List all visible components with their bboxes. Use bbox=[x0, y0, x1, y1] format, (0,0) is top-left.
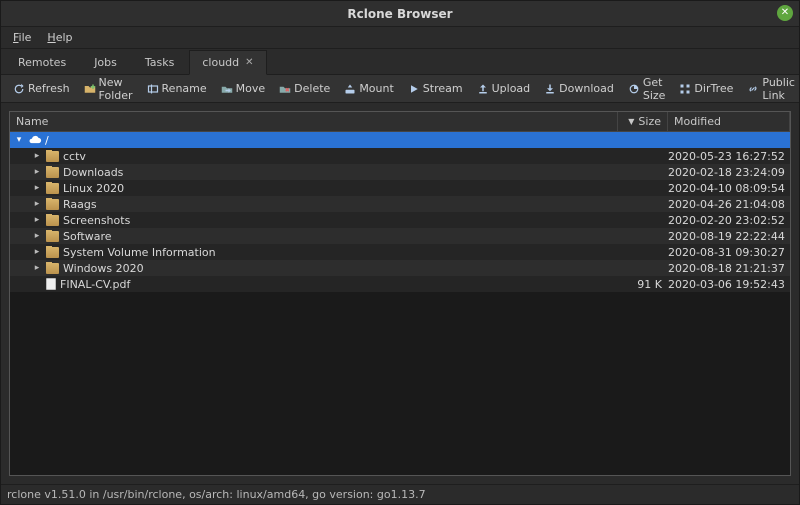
download-icon bbox=[544, 83, 556, 95]
row-modified: 2020-05-23 16:27:52 bbox=[668, 150, 790, 163]
column-header-size[interactable]: ▼ Size bbox=[618, 112, 668, 131]
public-link-button[interactable]: Public Link bbox=[741, 73, 800, 105]
file-rows: ▾ / ▸ cctv 2020-05-23 16:27:52 ▸ Downloads 20… bbox=[10, 132, 790, 475]
move-button[interactable]: Move bbox=[215, 79, 272, 98]
row-modified: 2020-08-19 22:22:44 bbox=[668, 230, 790, 243]
folder-row[interactable]: ▸ Downloads 2020-02-18 23:24:09 bbox=[10, 164, 790, 180]
row-modified: 2020-02-18 23:24:09 bbox=[668, 166, 790, 179]
dir-tree-icon bbox=[679, 83, 691, 95]
row-modified: 2020-08-31 09:30:27 bbox=[668, 246, 790, 259]
file-icon bbox=[46, 278, 56, 290]
row-name: Windows 2020 bbox=[63, 262, 144, 275]
tab-close-icon[interactable]: ✕ bbox=[245, 57, 253, 68]
delete-button[interactable]: Delete bbox=[273, 79, 336, 98]
row-name: Linux 2020 bbox=[63, 182, 124, 195]
get-size-button[interactable]: Get Size bbox=[622, 73, 672, 105]
folder-icon bbox=[46, 151, 59, 162]
folder-row[interactable]: ▸ System Volume Information 2020-08-31 09:… bbox=[10, 244, 790, 260]
tab-cloudd[interactable]: cloudd ✕ bbox=[189, 50, 266, 75]
folder-row[interactable]: ▸ cctv 2020-05-23 16:27:52 bbox=[10, 148, 790, 164]
folder-row[interactable]: ▸ Linux 2020 2020-04-10 08:09:54 bbox=[10, 180, 790, 196]
delete-icon bbox=[279, 83, 291, 95]
statusbar: rclone v1.51.0 in /usr/bin/rclone, os/ar… bbox=[1, 484, 799, 504]
row-name: Software bbox=[63, 230, 112, 243]
expander-icon[interactable]: ▸ bbox=[32, 183, 42, 193]
menu-file[interactable]: File bbox=[7, 29, 37, 46]
row-name: FINAL-CV.pdf bbox=[60, 278, 130, 291]
new-folder-button[interactable]: New Folder bbox=[78, 73, 139, 105]
column-header-name[interactable]: Name bbox=[10, 112, 618, 131]
upload-icon bbox=[477, 83, 489, 95]
expander-icon[interactable]: ▾ bbox=[14, 135, 24, 145]
row-modified: 2020-04-26 21:04:08 bbox=[668, 198, 790, 211]
window-title: Rclone Browser bbox=[1, 7, 799, 21]
expander-icon[interactable]: ▸ bbox=[32, 247, 42, 257]
expander-icon[interactable]: ▸ bbox=[32, 199, 42, 209]
refresh-button[interactable]: Refresh bbox=[7, 79, 76, 98]
stream-icon bbox=[408, 83, 420, 95]
public-link-icon bbox=[747, 83, 759, 95]
root-row[interactable]: ▾ / bbox=[10, 132, 790, 148]
menu-help[interactable]: Help bbox=[41, 29, 78, 46]
row-name: Screenshots bbox=[63, 214, 130, 227]
window-close-button[interactable]: ✕ bbox=[777, 5, 793, 21]
titlebar: Rclone Browser ✕ bbox=[1, 1, 799, 27]
rename-button[interactable]: Rename bbox=[141, 79, 213, 98]
refresh-icon bbox=[13, 83, 25, 95]
rename-icon bbox=[147, 83, 159, 95]
cloud-icon bbox=[28, 135, 41, 146]
folder-icon bbox=[46, 231, 59, 242]
expander-icon[interactable]: ▸ bbox=[32, 263, 42, 273]
toolbar: Refresh New Folder Rename Move Delete Mo… bbox=[1, 75, 799, 103]
expander-icon[interactable]: ▸ bbox=[32, 231, 42, 241]
get-size-icon bbox=[628, 83, 640, 95]
new-folder-icon bbox=[84, 83, 96, 95]
menubar: File Help bbox=[1, 27, 799, 49]
folder-icon bbox=[46, 263, 59, 274]
column-header-modified[interactable]: Modified bbox=[668, 112, 790, 131]
row-modified: 2020-04-10 08:09:54 bbox=[668, 182, 790, 195]
row-modified: 2020-03-06 19:52:43 bbox=[668, 278, 790, 291]
tab-jobs[interactable]: Jobs bbox=[81, 50, 130, 74]
move-icon bbox=[221, 83, 233, 95]
column-headers: Name ▼ Size Modified bbox=[10, 112, 790, 132]
status-text: rclone v1.51.0 in /usr/bin/rclone, os/ar… bbox=[7, 488, 426, 501]
file-row[interactable]: FINAL-CV.pdf 91 K2020-03-06 19:52:43 bbox=[10, 276, 790, 292]
tab-tasks[interactable]: Tasks bbox=[132, 50, 187, 74]
folder-icon bbox=[46, 247, 59, 258]
close-icon: ✕ bbox=[781, 8, 789, 18]
row-modified: 2020-02-20 23:02:52 bbox=[668, 214, 790, 227]
folder-row[interactable]: ▸ Software 2020-08-19 22:22:44 bbox=[10, 228, 790, 244]
download-button[interactable]: Download bbox=[538, 79, 620, 98]
row-name: System Volume Information bbox=[63, 246, 216, 259]
file-panel: Name ▼ Size Modified ▾ / ▸cctv2 bbox=[9, 111, 791, 476]
row-modified: 2020-08-18 21:21:37 bbox=[668, 262, 790, 275]
folder-row[interactable]: ▸ Raags 2020-04-26 21:04:08 bbox=[10, 196, 790, 212]
folder-row[interactable]: ▸ Windows 2020 2020-08-18 21:21:37 bbox=[10, 260, 790, 276]
tabbar: Remotes Jobs Tasks cloudd ✕ bbox=[1, 49, 799, 75]
stream-button[interactable]: Stream bbox=[402, 79, 469, 98]
expander-icon[interactable]: ▸ bbox=[32, 151, 42, 161]
row-size: 91 K bbox=[618, 278, 668, 291]
sort-descending-icon: ▼ bbox=[628, 117, 634, 126]
mount-icon bbox=[344, 83, 356, 95]
folder-row[interactable]: ▸ Screenshots 2020-02-20 23:02:52 bbox=[10, 212, 790, 228]
folder-icon bbox=[46, 167, 59, 178]
upload-button[interactable]: Upload bbox=[471, 79, 537, 98]
tab-remotes[interactable]: Remotes bbox=[5, 50, 79, 74]
row-name: Downloads bbox=[63, 166, 123, 179]
mount-button[interactable]: Mount bbox=[338, 79, 399, 98]
folder-icon bbox=[46, 183, 59, 194]
row-name: cctv bbox=[63, 150, 86, 163]
expander-icon[interactable]: ▸ bbox=[32, 167, 42, 177]
root-label: / bbox=[45, 134, 49, 147]
folder-icon bbox=[46, 215, 59, 226]
app-window: Rclone Browser ✕ File Help Remotes Jobs … bbox=[0, 0, 800, 505]
dir-tree-button[interactable]: DirTree bbox=[673, 79, 739, 98]
folder-icon bbox=[46, 199, 59, 210]
row-name: Raags bbox=[63, 198, 97, 211]
expander-icon[interactable]: ▸ bbox=[32, 215, 42, 225]
